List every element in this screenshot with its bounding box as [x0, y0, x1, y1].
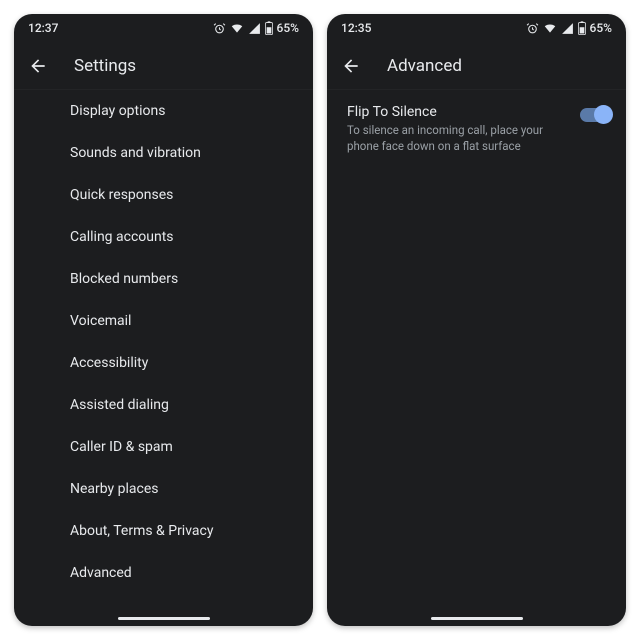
settings-item-blocked-numbers[interactable]: Blocked numbers [14, 258, 313, 300]
settings-item-advanced[interactable]: Advanced [14, 552, 313, 594]
phone-settings: 12:37 65% Settings Display options Sound… [14, 14, 313, 626]
flip-to-silence-toggle[interactable] [580, 108, 610, 122]
settings-item-sounds-vibration[interactable]: Sounds and vibration [14, 132, 313, 174]
battery-icon [578, 21, 586, 35]
settings-item-voicemail[interactable]: Voicemail [14, 300, 313, 342]
settings-item-calling-accounts[interactable]: Calling accounts [14, 216, 313, 258]
phone-advanced: 12:35 65% Advanced Flip To Silence To si… [327, 14, 626, 626]
alarm-icon [526, 22, 539, 35]
back-button[interactable] [24, 52, 52, 80]
settings-item-assisted-dialing[interactable]: Assisted dialing [14, 384, 313, 426]
app-bar: Advanced [327, 42, 626, 90]
signal-icon [248, 22, 261, 35]
settings-item-display-options[interactable]: Display options [14, 90, 313, 132]
setting-title: Flip To Silence [347, 104, 570, 120]
status-right: 65% [213, 21, 299, 35]
battery-icon [265, 21, 273, 35]
wifi-icon [543, 21, 557, 35]
settings-item-about-terms-privacy[interactable]: About, Terms & Privacy [14, 510, 313, 552]
alarm-icon [213, 22, 226, 35]
settings-item-nearby-places[interactable]: Nearby places [14, 468, 313, 510]
setting-flip-to-silence[interactable]: Flip To Silence To silence an incoming c… [327, 90, 626, 168]
status-battery: 65% [590, 21, 612, 35]
status-time: 12:37 [28, 21, 58, 35]
page-title: Settings [74, 56, 136, 76]
advanced-list: Flip To Silence To silence an incoming c… [327, 90, 626, 626]
status-bar: 12:37 65% [14, 14, 313, 42]
setting-text: Flip To Silence To silence an incoming c… [347, 104, 570, 154]
status-right: 65% [526, 21, 612, 35]
signal-icon [561, 22, 574, 35]
gesture-nav-bar[interactable] [431, 617, 523, 620]
settings-list: Display options Sounds and vibration Qui… [14, 90, 313, 626]
app-bar: Settings [14, 42, 313, 90]
settings-item-accessibility[interactable]: Accessibility [14, 342, 313, 384]
status-battery: 65% [277, 21, 299, 35]
settings-item-caller-id-spam[interactable]: Caller ID & spam [14, 426, 313, 468]
status-time: 12:35 [341, 21, 371, 35]
gesture-nav-bar[interactable] [118, 617, 210, 620]
arrow-back-icon [28, 56, 48, 76]
back-button[interactable] [337, 52, 365, 80]
page-title: Advanced [387, 56, 462, 76]
setting-subtitle: To silence an incoming call, place your … [347, 123, 570, 154]
arrow-back-icon [341, 56, 361, 76]
settings-item-quick-responses[interactable]: Quick responses [14, 174, 313, 216]
wifi-icon [230, 21, 244, 35]
status-bar: 12:35 65% [327, 14, 626, 42]
